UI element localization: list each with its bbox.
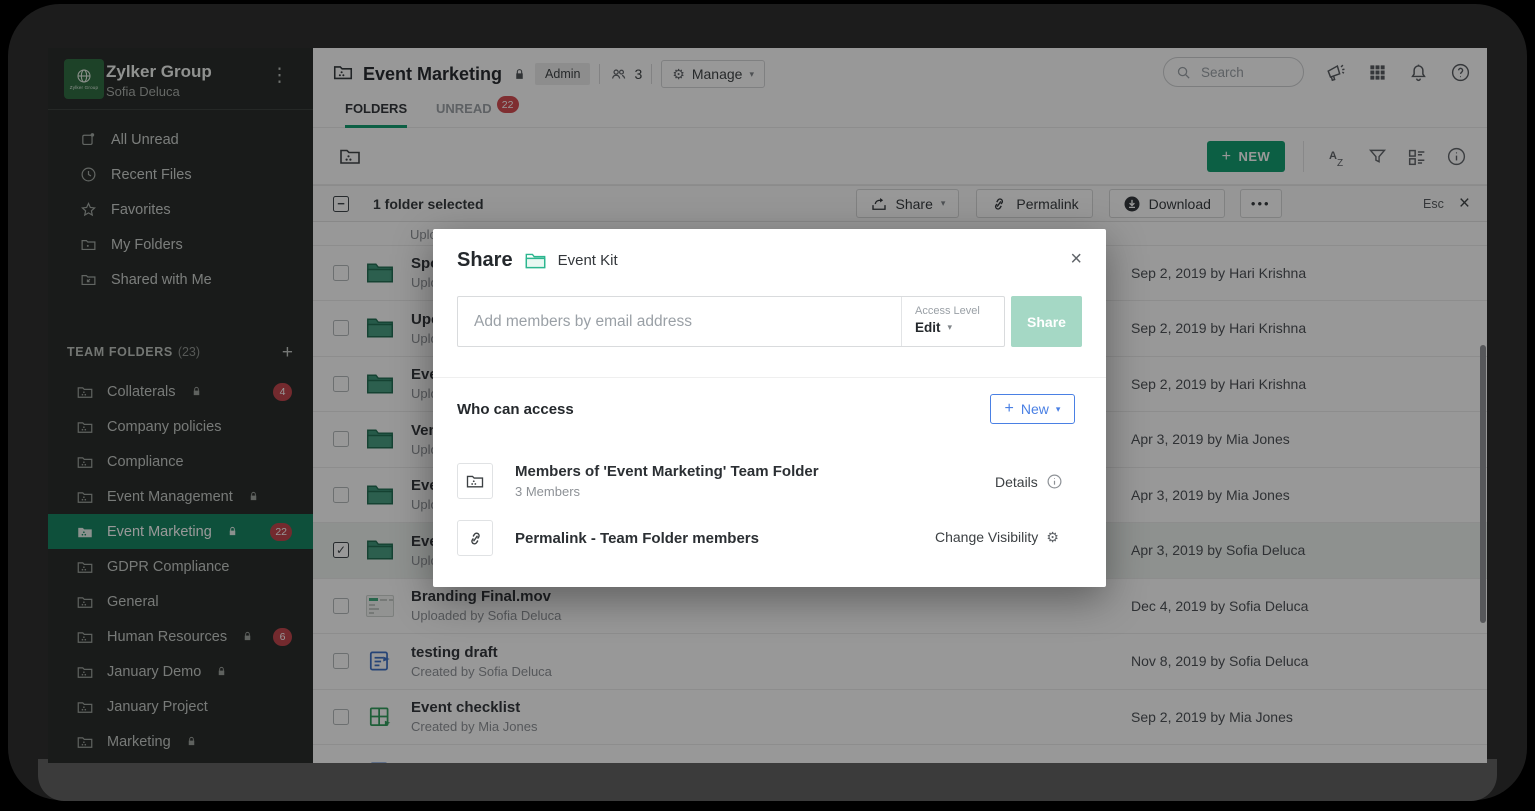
gear-icon: ⚙: [1046, 530, 1059, 544]
change-visibility-button[interactable]: Change Visibility ⚙: [935, 529, 1059, 545]
members-access-row: Members of 'Event Marketing' Team Folder…: [457, 463, 819, 499]
change-visibility-label: Change Visibility: [935, 529, 1038, 545]
access-level-selector[interactable]: Access Level Edit ▾: [901, 297, 1004, 346]
divider: [433, 377, 1106, 378]
link-icon: [457, 520, 493, 556]
new-label: New: [1021, 401, 1049, 417]
add-members-field: Access Level Edit ▾: [457, 296, 1005, 347]
access-row-subtitle: 3 Members: [515, 484, 819, 499]
team-folder-icon: [457, 463, 493, 499]
device-mockup: Zylker Group Zylker Group Sofia Deluca ⋮…: [0, 0, 1535, 811]
chevron-down-icon: ▾: [948, 322, 953, 333]
details-button[interactable]: Details: [995, 473, 1063, 490]
access-row-title: Permalink - Team Folder members: [515, 530, 759, 547]
share-dialog: Share Event Kit × Access Level Edit ▾: [433, 229, 1106, 587]
plus-icon: +: [1005, 400, 1014, 418]
access-row-title: Members of 'Event Marketing' Team Folder: [515, 463, 819, 480]
info-icon: [1046, 473, 1063, 490]
who-can-access-heading: Who can access: [457, 401, 574, 418]
dialog-item-name: Event Kit: [558, 252, 618, 269]
folder-icon: [525, 252, 546, 270]
access-level-label: Access Level: [915, 305, 1004, 317]
frame-bottom-strip: [38, 759, 1497, 801]
close-icon[interactable]: ×: [1070, 249, 1082, 269]
app-screen: Zylker Group Zylker Group Sofia Deluca ⋮…: [48, 48, 1487, 763]
dialog-title: Share: [457, 249, 513, 272]
permalink-access-row: Permalink - Team Folder members: [457, 520, 759, 556]
access-level-value: Edit: [915, 320, 941, 335]
chevron-down-icon: ▾: [1056, 404, 1061, 415]
new-share-link-button[interactable]: + New ▾: [990, 394, 1075, 424]
add-members-input[interactable]: [458, 313, 901, 331]
share-submit-button[interactable]: Share: [1011, 296, 1082, 347]
details-label: Details: [995, 474, 1038, 490]
